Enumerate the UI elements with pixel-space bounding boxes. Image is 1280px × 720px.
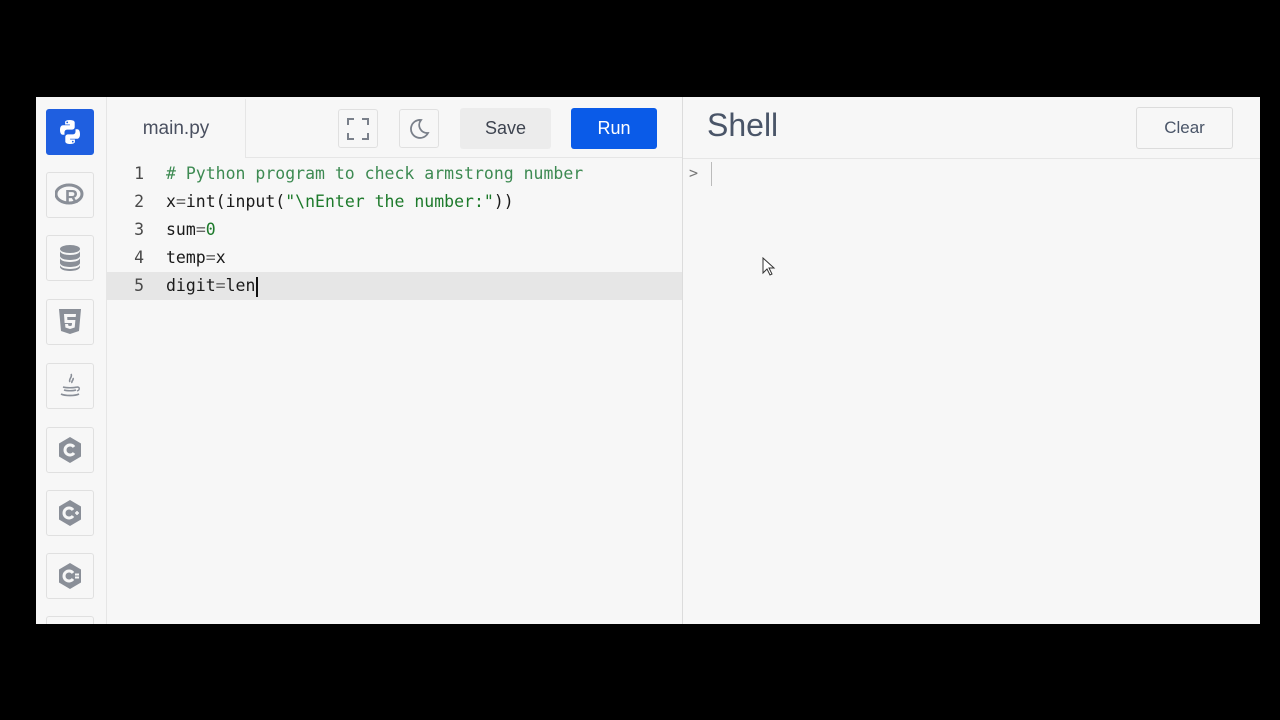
line-number: 4 (134, 248, 144, 267)
language-python-button[interactable] (46, 109, 94, 155)
database-icon (60, 245, 80, 271)
fullscreen-icon (347, 117, 369, 140)
language-sql-button[interactable] (46, 235, 94, 281)
code-line[interactable]: 1 # Python program to check armstrong nu… (107, 160, 682, 188)
shell-title: Shell (707, 107, 779, 143)
language-sidebar: R (36, 97, 107, 624)
file-tab[interactable]: main.py (107, 99, 246, 158)
line-number: 5 (134, 276, 144, 295)
language-html-button[interactable] (46, 299, 94, 345)
shell-divider (683, 158, 1260, 159)
language-cpp-button[interactable] (46, 490, 94, 536)
fullscreen-button[interactable] (338, 109, 378, 148)
language-java-button[interactable] (46, 363, 94, 409)
code-area[interactable]: 1 # Python program to check armstrong nu… (107, 160, 682, 300)
save-button[interactable]: Save (460, 108, 551, 149)
code-line-current[interactable]: 5 digit=len (107, 272, 682, 300)
csharp-icon (59, 563, 81, 589)
r-icon: R (55, 183, 84, 207)
java-icon (60, 373, 80, 397)
shell-input-caret[interactable] (711, 162, 712, 186)
moon-icon (410, 118, 430, 139)
cpp-icon (59, 500, 81, 526)
language-more-button[interactable] (46, 616, 94, 624)
code-line[interactable]: 2 x=int(input("\nEnter the number:")) (107, 188, 682, 216)
app-window: R main.py Save Run 1 # Python program to… (36, 97, 1260, 624)
code-text: # Python program to check armstrong numb… (166, 164, 584, 183)
toolbar-divider (246, 157, 682, 158)
code-text: digit=len (166, 272, 259, 300)
c-icon (59, 437, 81, 463)
shell-prompt: > (689, 164, 699, 182)
run-button[interactable]: Run (571, 108, 657, 149)
theme-toggle-button[interactable] (399, 109, 439, 148)
code-text: temp=x (166, 248, 226, 267)
svg-text:R: R (65, 187, 78, 207)
line-number: 3 (134, 220, 144, 239)
language-r-button[interactable]: R (46, 172, 94, 218)
code-text: sum=0 (166, 220, 216, 239)
html5-icon (59, 309, 81, 334)
language-c-button[interactable] (46, 427, 94, 473)
code-editor-panel: main.py Save Run 1 # Python program to c… (107, 97, 682, 624)
language-csharp-button[interactable] (46, 553, 94, 599)
code-text-content: digit=len (166, 276, 256, 295)
mouse-pointer-icon (762, 257, 776, 276)
clear-button[interactable]: Clear (1136, 107, 1233, 149)
code-line[interactable]: 4 temp=x (107, 244, 682, 272)
python-icon (60, 120, 80, 144)
line-number: 2 (134, 192, 144, 211)
text-caret (256, 276, 259, 297)
code-line[interactable]: 3 sum=0 (107, 216, 682, 244)
code-text: x=int(input("\nEnter the number:")) (166, 192, 514, 211)
shell-panel: Shell Clear > (682, 97, 1260, 624)
line-number: 1 (134, 164, 144, 183)
